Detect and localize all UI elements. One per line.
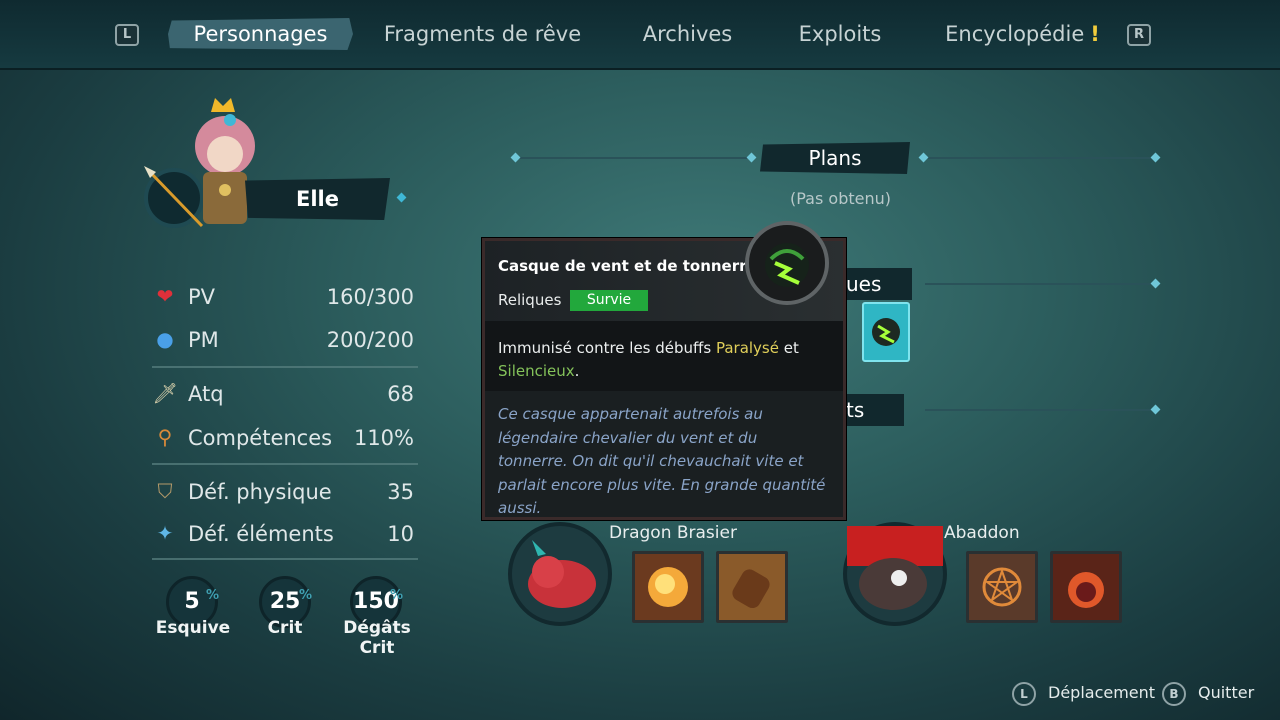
prev-tab-button[interactable]: L — [115, 24, 139, 46]
move-hint: Déplacement — [1048, 683, 1156, 702]
stat-value: 68 — [387, 382, 414, 406]
stat-label: Déf. physique — [188, 480, 332, 504]
move-key-icon: L — [1012, 682, 1036, 706]
magnifier-icon: ⚲ — [157, 425, 173, 449]
dodge-value: 5 — [184, 589, 200, 614]
percent-icon: % — [298, 588, 312, 603]
stat-mp: ● PM 200/200 — [150, 325, 414, 359]
red-dragon-icon — [528, 540, 596, 608]
heart-icon: ❤ — [156, 284, 174, 308]
barrel-skill-icon — [732, 569, 770, 609]
divider — [152, 366, 418, 368]
percent-icon: % — [205, 588, 219, 603]
deco-diamond — [746, 152, 757, 163]
section-line — [515, 157, 750, 159]
third-section-title: ts — [838, 394, 904, 426]
explosion-skill-icon — [648, 567, 688, 607]
percent-icon: % — [389, 588, 403, 603]
pet-skill-fire-orb[interactable] — [1050, 551, 1122, 623]
pet-skill-pentagram[interactable] — [966, 551, 1038, 623]
crit-value: 25 — [269, 589, 301, 614]
crit-label: Crit — [267, 618, 303, 638]
stat-value: 35 — [387, 480, 414, 504]
tooltip-type: Reliques — [498, 291, 562, 309]
pet-skill-explosion[interactable] — [632, 551, 704, 623]
elemental-shield-icon: ✦ — [156, 521, 174, 545]
pet-portrait-abaddon[interactable] — [843, 522, 947, 626]
thunder-helmet-icon — [745, 221, 829, 305]
thunder-helmet-icon — [872, 318, 900, 346]
effect-text: . — [574, 362, 580, 380]
tab-fragments-de-reve[interactable]: Fragments de rêve — [380, 18, 585, 50]
divider — [152, 463, 418, 465]
relics-title: ues — [838, 268, 912, 300]
sword-icon: 🗡 — [152, 381, 178, 405]
deco-diamond — [918, 152, 929, 163]
tab-encyclopedie[interactable]: Encyclopédie! — [945, 18, 1100, 50]
stat-label: Atq — [188, 382, 224, 406]
section-line — [925, 283, 1155, 285]
section-line — [925, 157, 1155, 159]
stat-hp: ❤ PV 160/300 — [150, 282, 414, 316]
relic-tooltip: Casque de vent et de tonnerre Reliques S… — [482, 221, 846, 520]
tab-encyclopedie-label: Encyclopédie — [945, 22, 1085, 46]
deco-diamond — [396, 192, 407, 203]
plans-status: (Pas obtenu) — [790, 189, 891, 208]
stat-attack: 🗡 Atq 68 — [150, 379, 414, 413]
stat-label: Déf. éléments — [188, 522, 334, 546]
abaddon-icon — [847, 526, 943, 610]
effect-text: Immunisé contre les débuffs — [498, 339, 716, 357]
effect-keyword-paralyse: Paralysé — [715, 339, 779, 357]
category-badge: Survie — [570, 290, 648, 311]
stat-label: Compétences — [188, 426, 333, 450]
stat-value: 110% — [353, 426, 414, 450]
deco-diamond — [510, 152, 521, 163]
stat-physical-defense: ⛉ Déf. physique 35 — [150, 477, 415, 511]
crown-icon — [211, 98, 235, 112]
deco-diamond — [1150, 404, 1161, 415]
dodge-label: Esquive — [155, 618, 231, 638]
effect-keyword-silencieux: Silencieux — [498, 362, 575, 380]
divider — [152, 558, 418, 560]
stat-label: PM — [188, 328, 219, 352]
pentagram-skill-icon — [982, 567, 1022, 607]
plans-title: Plans — [760, 142, 910, 174]
stat-value: 10 — [387, 522, 414, 546]
effect-text: et — [778, 339, 799, 357]
new-content-badge: ! — [1090, 22, 1100, 46]
stat-elemental-defense: ✦ Déf. éléments 10 — [150, 519, 414, 553]
deco-diamond — [1150, 152, 1161, 163]
tab-archives[interactable]: Archives — [630, 18, 745, 50]
stat-label: PV — [188, 285, 216, 309]
quit-key-icon[interactable]: B — [1162, 682, 1186, 706]
stat-value: 200/200 — [326, 328, 414, 352]
tab-exploits[interactable]: Exploits — [790, 18, 890, 50]
relic-slot-helmet[interactable] — [862, 302, 910, 362]
pet-skill-barrel[interactable] — [716, 551, 788, 623]
section-line — [925, 409, 1155, 411]
tooltip-effect: Immunisé contre les débuffs Paralysé et … — [498, 337, 828, 383]
crit-damage-label: Dégâts Crit — [343, 618, 411, 658]
tab-personnages[interactable]: Personnages — [168, 18, 353, 50]
deco-diamond — [1150, 278, 1161, 289]
next-tab-button[interactable]: R — [1127, 24, 1151, 46]
tooltip-title: Casque de vent et de tonnerre — [498, 257, 757, 275]
tooltip-lore: Ce casque appartenait autrefois au légen… — [498, 405, 826, 517]
mana-potion-icon: ● — [156, 327, 174, 351]
stat-value: 160/300 — [326, 285, 414, 309]
pet-name-dragon-brasier: Dragon Brasier — [609, 523, 737, 543]
fire-orb-skill-icon — [1068, 572, 1104, 608]
pet-name-abaddon: Abaddon — [944, 523, 1020, 543]
character-name: Elle — [245, 178, 390, 220]
tooltip-lore-box: Ce casque appartenait autrefois au légen… — [485, 391, 843, 517]
stat-skills: ⚲ Compétences 110% — [150, 423, 414, 457]
quit-button[interactable]: Quitter — [1198, 683, 1254, 702]
pet-portrait-dragon-brasier[interactable] — [508, 522, 612, 626]
shield-icon: ⛉ — [157, 479, 173, 503]
